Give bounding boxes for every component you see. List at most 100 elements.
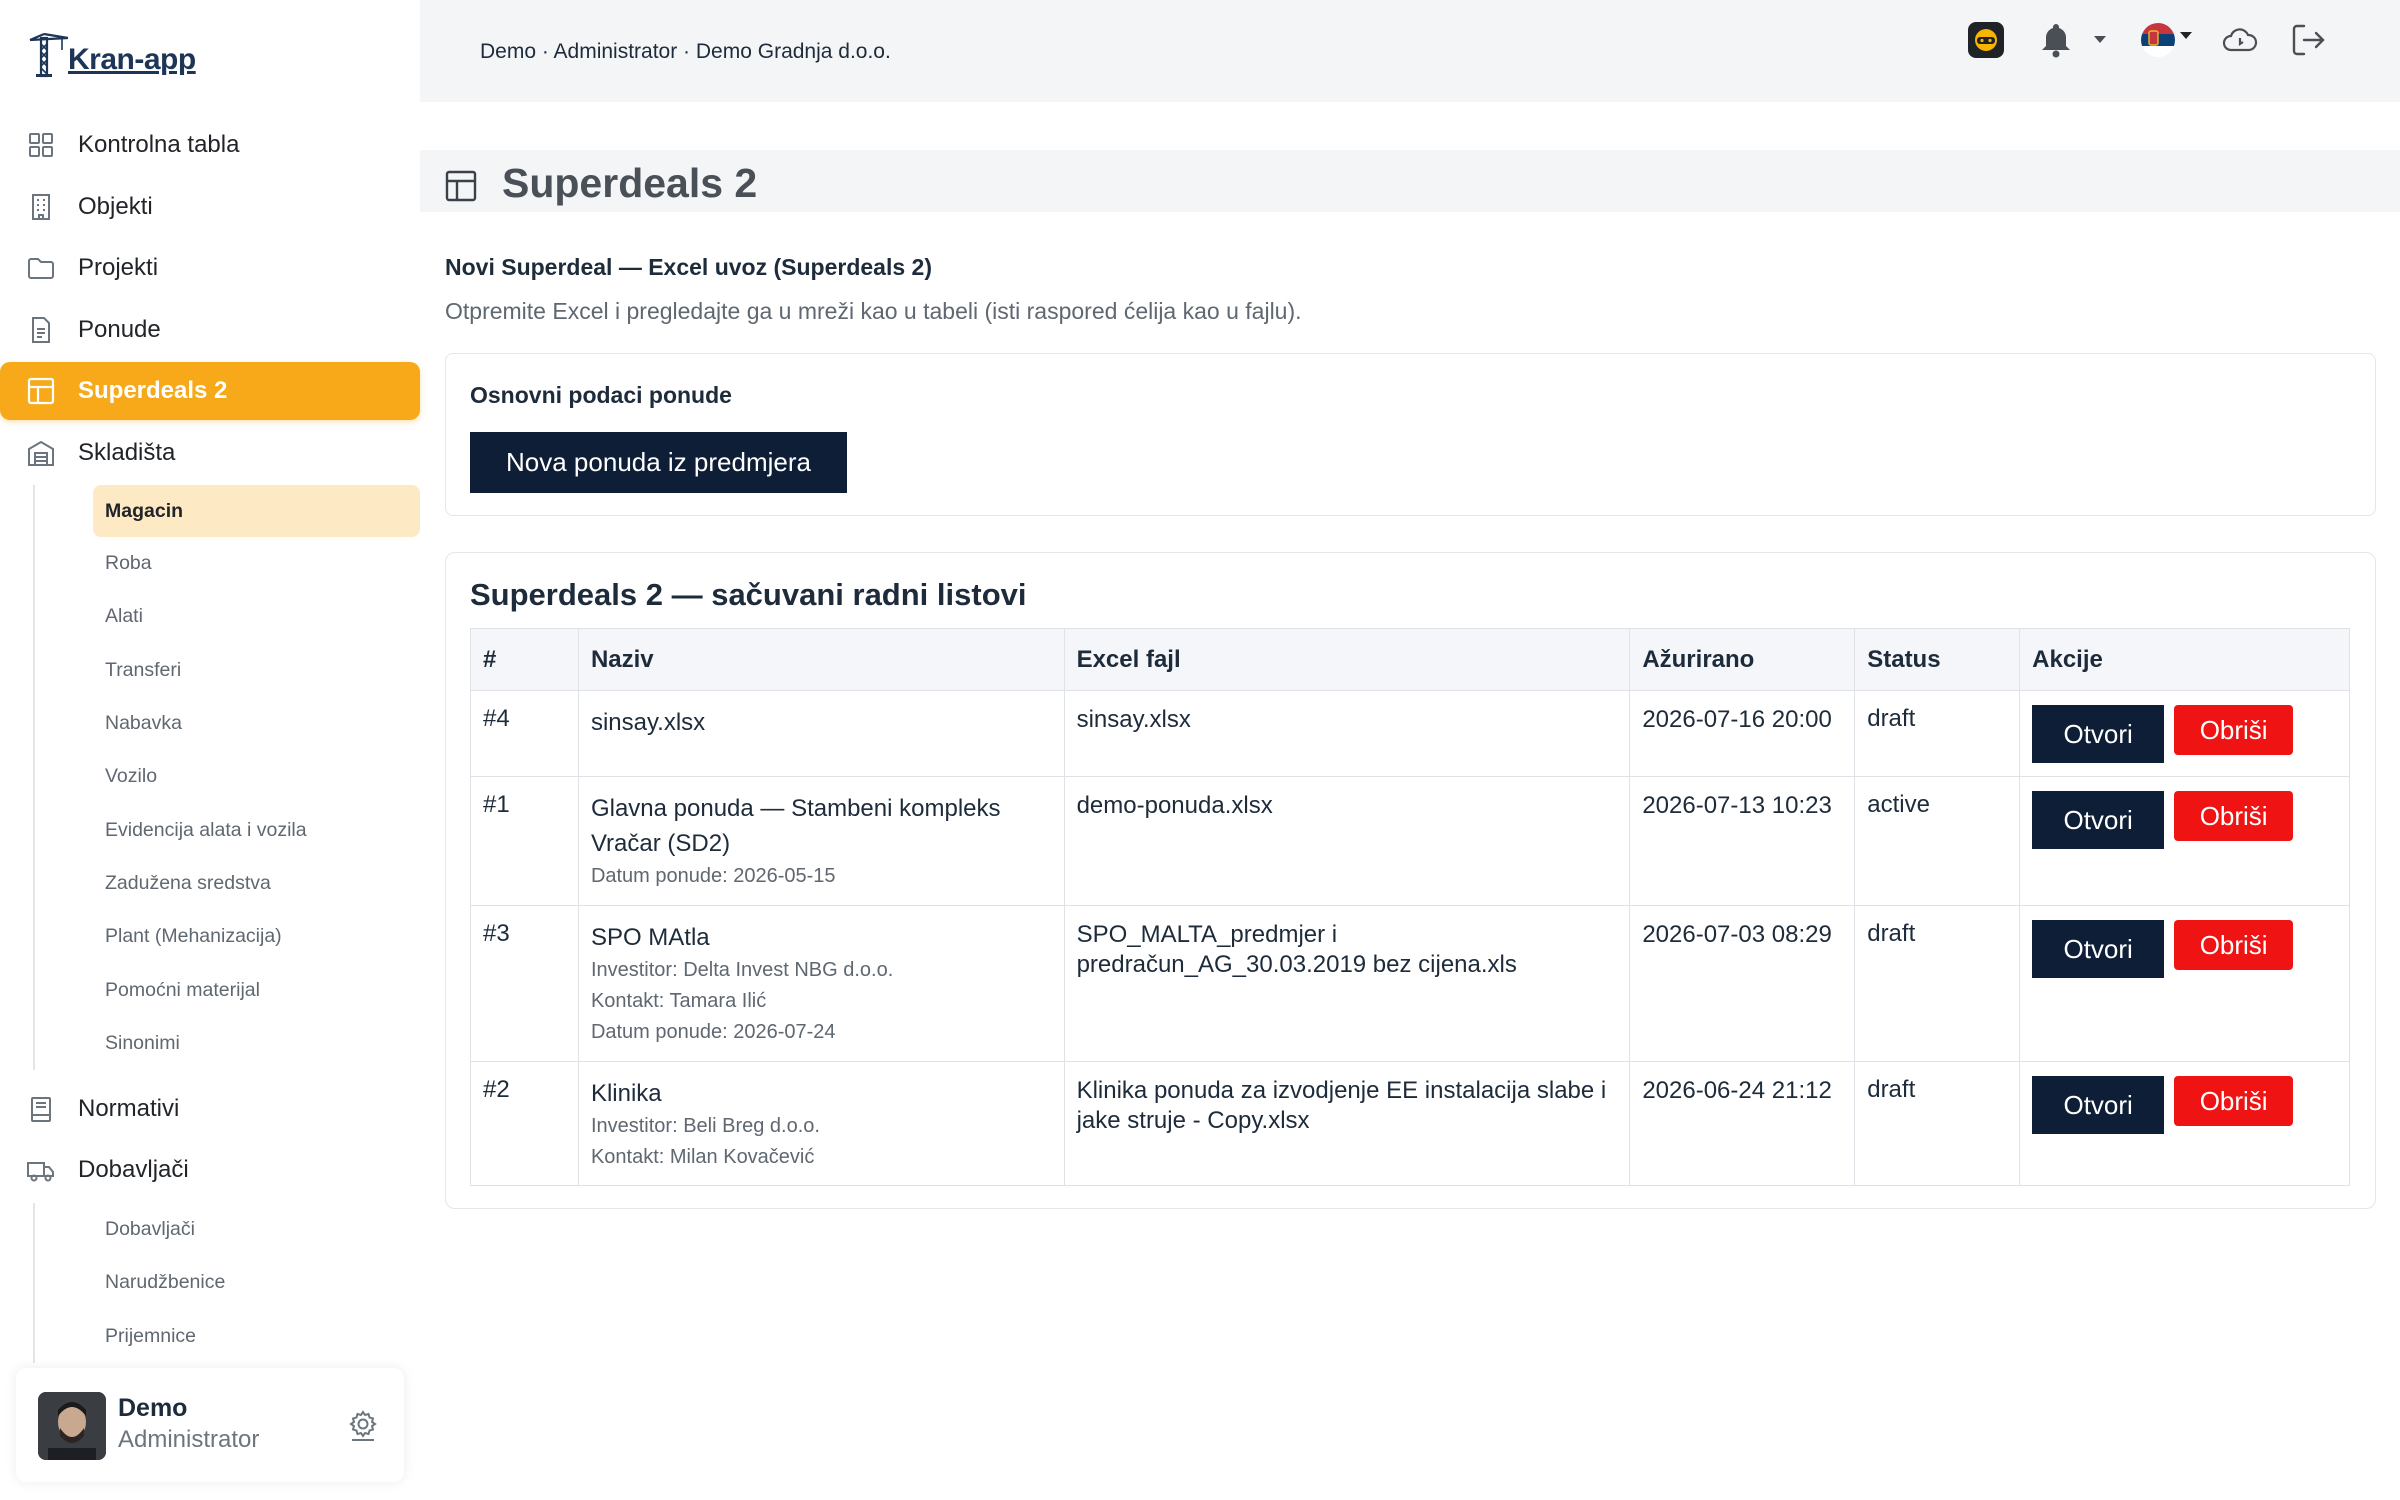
avatar-image xyxy=(38,1392,106,1460)
nav-label: Superdeals 2 xyxy=(78,377,228,404)
column-header-naziv[interactable]: Naziv xyxy=(577,628,1065,691)
row-name: SPO MAtla Investitor: Delta Invest NBG d… xyxy=(577,905,1065,1062)
column-header-azurirano[interactable]: Ažurirano xyxy=(1629,628,1856,691)
saved-sheets-title: Superdeals 2 — sačuvani radni listovi xyxy=(470,577,1027,612)
row-name-text: Klinika xyxy=(590,1080,662,1107)
serbia-flag-icon[interactable] xyxy=(2138,20,2178,60)
row-name-text: Glavna ponuda — Stambeni kompleks Vračar… xyxy=(590,795,1001,857)
subnav-dobavljaci: Dobavljači Narudžbenice Prijemnice xyxy=(0,1202,420,1363)
sub-item-pomocni-materijal[interactable]: Pomoćni materijal xyxy=(0,963,420,1016)
row-name-text: SPO MAtla xyxy=(590,924,710,951)
delete-button[interactable]: Obriši xyxy=(2174,920,2294,970)
sub-item-magacin[interactable]: Magacin xyxy=(93,485,420,537)
row-actions: Otvori Obriši xyxy=(2019,690,2350,777)
sub-item-alati[interactable]: Alati xyxy=(0,590,420,643)
nav-item-projekti[interactable]: Projekti xyxy=(0,239,420,297)
open-button[interactable]: Otvori xyxy=(2032,1076,2165,1134)
section-description: Otpremite Excel i pregledajte ga u mreži… xyxy=(445,298,1302,324)
nav-item-skladista[interactable]: Skladišta xyxy=(0,424,420,482)
table-row: #1 Glavna ponuda — Stambeni kompleks Vra… xyxy=(470,776,2350,906)
gear-icon[interactable] xyxy=(346,1408,380,1442)
row-id: #2 xyxy=(470,1061,579,1186)
sub-item-vozilo[interactable]: Vozilo xyxy=(0,750,420,803)
column-header-id[interactable]: # xyxy=(470,628,579,691)
column-header-status[interactable]: Status xyxy=(1854,628,2021,691)
mascot-badge-icon[interactable] xyxy=(1966,20,2006,60)
row-status: draft xyxy=(1854,690,2021,777)
saved-sheets-table: # Naziv Excel fajl Ažurirano Status Akci… xyxy=(470,628,2350,1186)
delete-button[interactable]: Obriši xyxy=(2174,791,2294,841)
new-offer-button[interactable]: Nova ponuda iz predmjera xyxy=(470,432,847,493)
nav-label: Skladišta xyxy=(78,438,176,466)
main-nav: Kontrolna tabla Objekti Projekti Ponude … xyxy=(0,116,420,1363)
sub-item-plant[interactable]: Plant (Mehanizacija) xyxy=(0,910,420,963)
chevron-down-icon[interactable] xyxy=(2090,20,2110,60)
nav-item-ponude[interactable]: Ponude xyxy=(0,301,420,359)
row-file: demo-ponuda.xlsx xyxy=(1063,776,1631,906)
nav-label: Projekti xyxy=(78,254,159,281)
section-title: Novi Superdeal — Excel uvoz (Superdeals … xyxy=(445,254,932,280)
nav-label: Normativi xyxy=(78,1094,180,1122)
row-updated: 2026-07-03 08:29 xyxy=(1629,905,1856,1062)
nav-label: Ponude xyxy=(78,315,161,343)
nav-item-superdeals-2[interactable]: Superdeals 2 xyxy=(0,362,420,420)
sub-item-roba[interactable]: Roba xyxy=(0,537,420,590)
column-header-excel[interactable]: Excel fajl xyxy=(1063,628,1631,691)
row-meta: Datum ponude: 2026-05-15 xyxy=(590,865,836,887)
truck-icon xyxy=(27,1162,54,1182)
row-updated: 2026-07-16 20:00 xyxy=(1629,690,1856,777)
row-updated: 2026-06-24 21:12 xyxy=(1629,1061,1856,1186)
saved-sheets-card: Superdeals 2 — sačuvani radni listovi # … xyxy=(445,552,2376,1209)
sub-item-zaduzena-sredstva[interactable]: Zadužena sredstva xyxy=(0,857,420,910)
column-header-akcije: Akcije xyxy=(2019,628,2350,691)
nav-label: Objekti xyxy=(78,192,153,220)
app-name: Kran-app xyxy=(68,43,196,76)
row-actions: Otvori Obriši xyxy=(2019,1061,2350,1186)
row-status: draft xyxy=(1854,905,2021,1062)
row-meta: Kontakt: Milan Kovačević xyxy=(590,1146,815,1168)
row-status: draft xyxy=(1854,1061,2021,1186)
nav-label: Dobavljači xyxy=(78,1156,189,1184)
row-id: #3 xyxy=(470,905,579,1062)
open-button[interactable]: Otvori xyxy=(2032,920,2165,978)
app-logo[interactable]: Kran-app xyxy=(28,28,196,78)
user-name: Demo xyxy=(118,1394,188,1422)
user-card: Demo Administrator xyxy=(16,1368,404,1482)
nav-item-dobavljaci[interactable]: Dobavljači xyxy=(0,1141,420,1199)
sub-item-evidencija[interactable]: Evidencija alata i vozila xyxy=(0,803,420,856)
sub-item-dobavljaci[interactable]: Dobavljači xyxy=(0,1203,420,1256)
sub-item-sinonimi[interactable]: Sinonimi xyxy=(0,1017,420,1070)
nav-item-objekti[interactable]: Objekti xyxy=(0,178,420,236)
sub-item-transferi[interactable]: Transferi xyxy=(0,644,420,697)
open-button[interactable]: Otvori xyxy=(2032,705,2165,763)
language-caret-icon[interactable] xyxy=(2176,20,2196,60)
row-name: Glavna ponuda — Stambeni kompleks Vračar… xyxy=(577,776,1065,906)
row-meta: Kontakt: Tamara Ilić xyxy=(590,990,767,1012)
delete-button[interactable]: Obriši xyxy=(2174,1076,2294,1126)
warehouse-icon xyxy=(28,440,54,466)
breadcrumb: Demo · Administrator · Demo Gradnja d.o.… xyxy=(480,40,891,63)
document-icon xyxy=(32,316,50,343)
row-id: #4 xyxy=(470,690,579,777)
row-name: sinsay.xlsx xyxy=(577,690,1065,777)
sub-item-nabavka[interactable]: Nabavka xyxy=(0,697,420,750)
sub-item-narudzbenice[interactable]: Narudžbenice xyxy=(0,1256,420,1309)
book-icon xyxy=(31,1096,51,1122)
open-button[interactable]: Otvori xyxy=(2032,791,2165,849)
cloud-sync-icon[interactable] xyxy=(2220,20,2260,60)
table-row: #4 sinsay.xlsx sinsay.xlsx 2026-07-16 20… xyxy=(470,690,2350,777)
table-icon xyxy=(27,377,55,405)
grid-icon xyxy=(29,133,53,157)
crane-icon xyxy=(29,32,69,78)
nav-item-normativi[interactable]: Normativi xyxy=(0,1080,420,1138)
row-meta: Investitor: Delta Invest NBG d.o.o. xyxy=(590,959,894,981)
row-actions: Otvori Obriši xyxy=(2019,905,2350,1062)
sub-item-prijemnice[interactable]: Prijemnice xyxy=(0,1310,420,1363)
row-id: #1 xyxy=(470,776,579,906)
bell-icon[interactable] xyxy=(2036,20,2076,60)
logout-icon[interactable] xyxy=(2288,20,2328,60)
delete-button[interactable]: Obriši xyxy=(2174,705,2294,755)
row-name: Klinika Investitor: Beli Breg d.o.o. Kon… xyxy=(577,1061,1065,1186)
nav-item-kontrolna-tabla[interactable]: Kontrolna tabla xyxy=(0,116,420,174)
avatar[interactable] xyxy=(38,1392,106,1460)
